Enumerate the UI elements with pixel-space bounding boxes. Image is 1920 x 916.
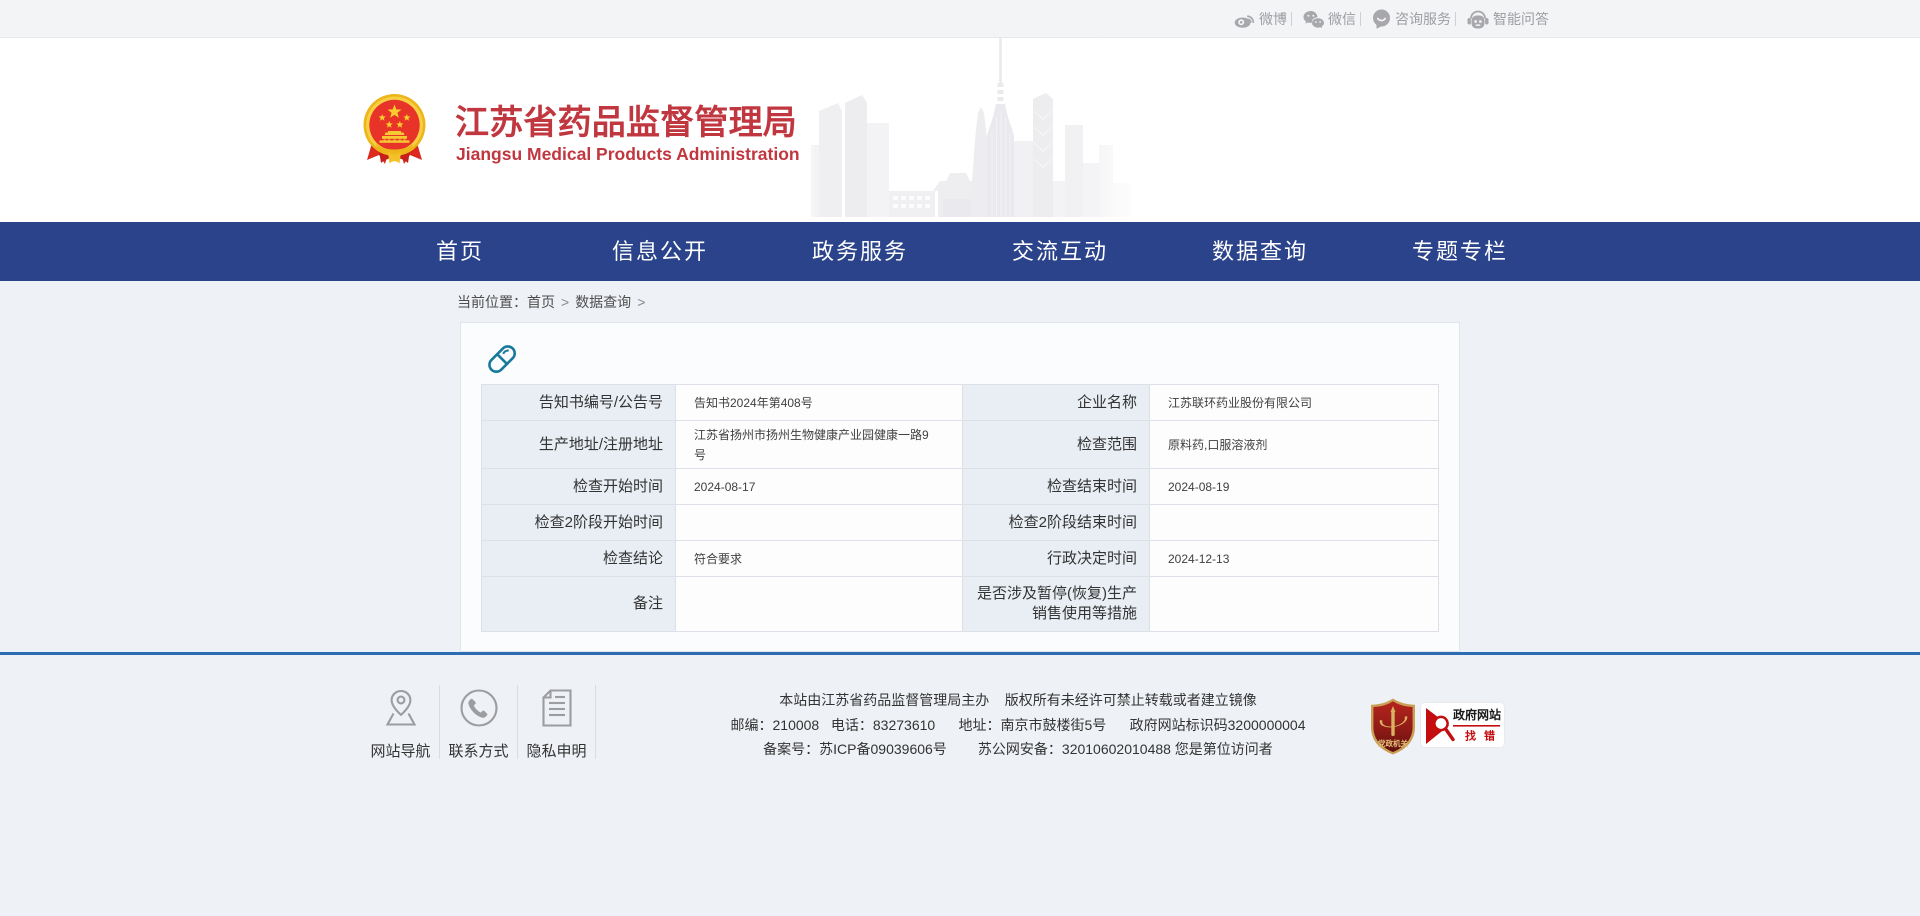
svg-text:党政机关: 党政机关 [1378,738,1408,748]
svg-text:找错: 找错 [1465,729,1503,743]
svg-text:政府网站: 政府网站 [1453,707,1501,722]
